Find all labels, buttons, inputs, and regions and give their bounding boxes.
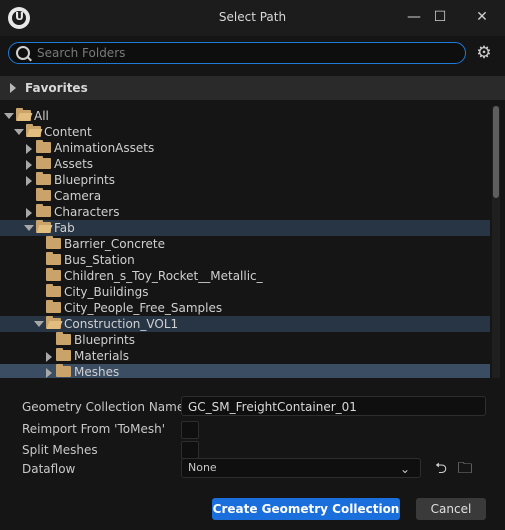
chevron-right-icon[interactable]	[46, 368, 52, 378]
favorites-label: Favorites	[25, 81, 88, 95]
chevron-right-icon	[10, 83, 16, 93]
folder-open-icon	[36, 220, 51, 233]
tree-row[interactable]: Construction_VOL1	[0, 316, 490, 332]
close-button[interactable]: ✕	[464, 3, 500, 31]
maximize-button[interactable]: ☐	[422, 3, 458, 31]
reimport-checkbox[interactable]	[181, 421, 199, 439]
tree-row[interactable]: Materials	[0, 348, 490, 364]
folder-icon	[36, 204, 51, 217]
folder-icon	[36, 156, 51, 169]
tree-row[interactable]: Meshes	[0, 364, 490, 378]
tree-row-label: Meshes	[74, 365, 120, 378]
tree-row[interactable]: Content	[0, 124, 490, 140]
search-icon	[16, 46, 30, 60]
search-input[interactable]	[37, 43, 457, 63]
tree-row-label: Blueprints	[54, 173, 116, 187]
scrollbar-thumb[interactable]	[493, 106, 499, 198]
title-bar: U Select Path — ☐ ✕	[0, 0, 505, 36]
tree-row[interactable]: Fab	[0, 220, 490, 236]
tree-row-label: City_People_Free_Samples	[64, 301, 223, 315]
tree-row[interactable]: Characters	[0, 204, 490, 220]
tree-row-label: Content	[44, 125, 92, 139]
tree-row[interactable]: City_People_Free_Samples	[0, 300, 490, 316]
collection-name-input[interactable]: GC_SM_FreightContainer_01	[181, 396, 486, 416]
tree-row[interactable]: Children_s_Toy_Rocket__Metallic_	[0, 268, 490, 284]
folder-icon	[46, 236, 61, 249]
folder-icon	[46, 268, 61, 281]
chevron-down-icon[interactable]	[34, 321, 44, 327]
split-meshes-label: Split Meshes	[22, 443, 98, 457]
tree-row-label: Construction_VOL1	[64, 317, 179, 331]
chevron-right-icon[interactable]	[26, 144, 32, 154]
tree-row-label: All	[34, 109, 49, 123]
gear-icon[interactable]: ⚙	[475, 44, 493, 62]
chevron-right-icon[interactable]	[26, 176, 32, 186]
folder-icon	[56, 364, 71, 377]
chevron-down-icon: ⌄	[399, 462, 410, 476]
split-meshes-checkbox[interactable]	[181, 441, 199, 459]
tree-row-label: Camera	[54, 189, 102, 203]
tree-row[interactable]: Blueprints	[0, 332, 490, 348]
tree-row[interactable]: Camera	[0, 188, 490, 204]
create-geometry-collection-button[interactable]: Create Geometry Collection	[212, 498, 400, 520]
tree-scrollbar[interactable]	[492, 106, 500, 378]
folder-icon	[46, 300, 61, 313]
tree-row-label: AnimationAssets	[54, 141, 155, 155]
folder-icon	[36, 140, 51, 153]
search-box[interactable]	[8, 42, 466, 64]
chevron-down-icon[interactable]	[4, 113, 14, 119]
search-bar	[0, 36, 505, 72]
tree-row[interactable]: AnimationAssets	[0, 140, 490, 156]
chevron-down-icon[interactable]	[24, 225, 34, 231]
tree-row[interactable]: Barrier_Concrete	[0, 236, 490, 252]
folder-open-icon	[16, 108, 31, 121]
folder-icon	[56, 332, 71, 345]
folder-tree: All Content AnimationAssets Assets Blueprint…	[0, 106, 490, 378]
folder-open-icon	[26, 124, 41, 137]
folder-open-icon	[46, 316, 61, 329]
tree-row-label: Blueprints	[74, 333, 136, 347]
tree-row-label: Barrier_Concrete	[64, 237, 165, 251]
tree-row-label: Children_s_Toy_Rocket__Metallic_	[64, 269, 263, 283]
cancel-button[interactable]: Cancel	[416, 498, 486, 520]
tree-row-label: Fab	[54, 221, 75, 235]
browse-folder-icon[interactable]: 🗀	[457, 460, 473, 476]
tree-row-label: Characters	[54, 205, 120, 219]
dataflow-select[interactable]: None ⌄	[181, 458, 421, 478]
chevron-right-icon[interactable]	[26, 208, 32, 218]
tree-row[interactable]: Assets	[0, 156, 490, 172]
tree-row-label: Materials	[74, 349, 130, 363]
tree-row[interactable]: Blueprints	[0, 172, 490, 188]
chevron-down-icon[interactable]	[14, 129, 24, 135]
chevron-right-icon[interactable]	[46, 352, 52, 362]
favorites-header[interactable]: Favorites	[0, 76, 505, 100]
dataflow-value: None	[188, 461, 217, 474]
tree-row-label: City_Buildings	[64, 285, 149, 299]
tree-row[interactable]: Bus_Station	[0, 252, 490, 268]
chevron-right-icon[interactable]	[26, 160, 32, 170]
folder-icon	[56, 348, 71, 361]
tree-row-label: Bus_Station	[64, 253, 135, 267]
folder-icon	[36, 172, 51, 185]
tree-row[interactable]: City_Buildings	[0, 284, 490, 300]
collection-name-label: Geometry Collection Name	[22, 400, 185, 414]
reimport-label: Reimport From 'ToMesh'	[22, 422, 165, 436]
folder-icon	[46, 252, 61, 265]
folder-icon	[36, 188, 51, 201]
tree-row-label: Assets	[54, 157, 94, 171]
tree-row[interactable]: All	[0, 108, 490, 124]
use-selected-icon[interactable]: ⮌	[433, 460, 449, 476]
dataflow-label: Dataflow	[22, 462, 76, 476]
folder-icon	[46, 284, 61, 297]
